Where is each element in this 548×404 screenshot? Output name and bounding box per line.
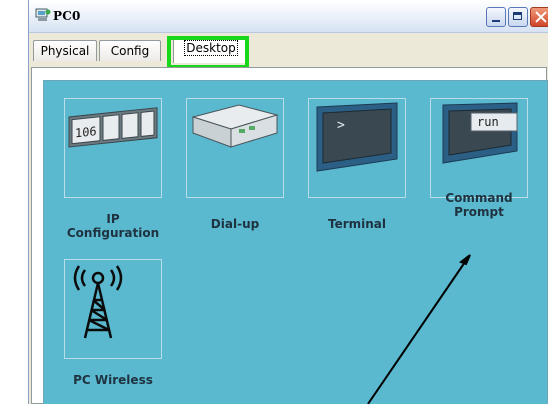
ip-config-icon: 106 xyxy=(68,107,158,148)
maximize-icon[interactable] xyxy=(508,7,528,27)
app-label-ip: IP Configuration xyxy=(66,212,160,240)
app-tile[interactable] xyxy=(186,98,284,198)
wireless-antenna-icon xyxy=(73,265,123,339)
ip-icon-text: 106 xyxy=(75,124,97,140)
app-command-prompt[interactable]: run Command Prompt xyxy=(430,98,528,226)
command-prompt-icon: run xyxy=(442,102,518,164)
desktop-panel: 106 IP Configuration Dial-up > Terminal … xyxy=(31,67,548,404)
title-bar[interactable]: PC0 xyxy=(29,0,548,33)
modem-icon xyxy=(191,104,279,148)
tab-bar: Physical Config Desktop xyxy=(29,33,548,67)
app-label-terminal: Terminal xyxy=(327,217,387,231)
terminal-icon: > xyxy=(316,102,398,172)
app-terminal[interactable]: > Terminal xyxy=(308,98,406,231)
run-text: run xyxy=(477,115,499,129)
app-ip-configuration[interactable]: 106 IP Configuration xyxy=(64,98,162,240)
terminal-prompt: > xyxy=(337,118,345,133)
app-label-command-prompt: Command Prompt xyxy=(430,191,528,219)
app-dial-up[interactable]: Dial-up xyxy=(186,98,284,231)
pc0-window: PC0 Physical Config Desktop 106 IP Confi… xyxy=(28,0,548,404)
tab-physical[interactable]: Physical xyxy=(33,40,97,61)
app-label: IP Configuration xyxy=(64,212,162,240)
pc-icon xyxy=(35,8,51,21)
close-icon[interactable] xyxy=(530,7,548,27)
minimize-icon[interactable] xyxy=(486,7,506,27)
app-label-pc-wireless: PC Wireless xyxy=(73,373,153,387)
tab-config[interactable]: Config xyxy=(99,40,161,61)
app-label-dial-up: Dial-up xyxy=(210,217,260,231)
command-prompt-label-text: Command Prompt xyxy=(445,191,513,219)
app-tile[interactable]: > xyxy=(308,98,406,198)
app-tile[interactable]: run xyxy=(430,98,528,198)
window-title: PC0 xyxy=(53,9,81,23)
app-tile[interactable]: 106 xyxy=(64,98,162,198)
desktop-area: 106 IP Configuration Dial-up > Terminal … xyxy=(43,80,548,404)
tab-highlight xyxy=(167,36,249,69)
app-tile[interactable] xyxy=(64,259,162,359)
app-pc-wireless[interactable]: PC Wireless xyxy=(64,259,162,387)
